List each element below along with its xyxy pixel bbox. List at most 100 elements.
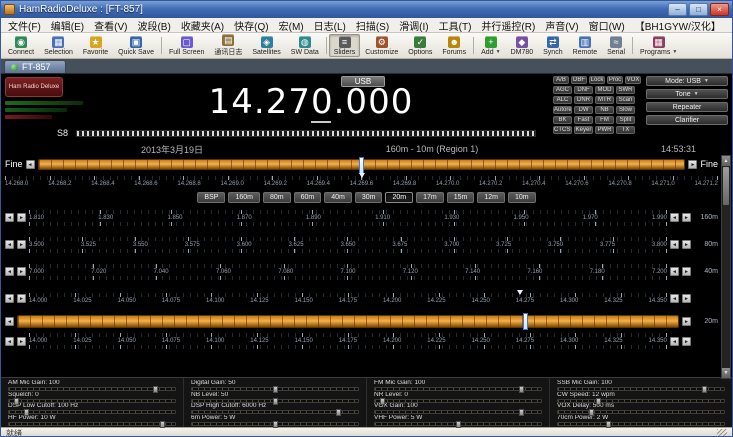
scale-left-down-button[interactable]: ◄: [5, 213, 14, 222]
toolbar-button-options[interactable]: ✓Options: [403, 34, 437, 57]
grid-button-lock[interactable]: Lock: [589, 76, 605, 84]
band-area-scrollbar[interactable]: ▲ ▼: [721, 155, 731, 379]
minimize-button[interactable]: –: [668, 3, 687, 16]
slider-thumb[interactable]: [519, 409, 524, 416]
menu-item-快存-q[interactable]: 快存(Q): [229, 18, 273, 33]
menu-item-扫描-s[interactable]: 扫描(S): [351, 18, 394, 33]
scale-right-down-button[interactable]: ◄: [670, 213, 679, 222]
slider-track[interactable]: [374, 387, 542, 391]
band-button-160m[interactable]: 160m: [228, 192, 260, 203]
fine-step-down-button[interactable]: ◄: [26, 160, 35, 169]
band-button-17m[interactable]: 17m: [416, 192, 444, 203]
slider-track[interactable]: [191, 410, 359, 414]
toolbar-button-serial[interactable]: ≈Serial: [602, 34, 630, 57]
mode-panel-button-repeater[interactable]: Repeater: [646, 102, 728, 112]
toolbar-button-programs[interactable]: ▦Programs▼: [635, 34, 682, 57]
grid-button-dbf[interactable]: DBF: [571, 76, 587, 84]
scrollbar-up-icon[interactable]: ▲: [722, 156, 730, 166]
tab-ft-857[interactable]: FT-857: [4, 60, 66, 73]
scale-right-up-button[interactable]: ►: [682, 213, 691, 222]
menu-item-查看-v[interactable]: 查看(V): [89, 18, 132, 33]
slider-thumb[interactable]: [589, 409, 594, 416]
slider-track[interactable]: [8, 410, 176, 414]
toolbar-button-add[interactable]: +Add▼: [476, 34, 505, 57]
menu-item-编辑-e[interactable]: 编辑(E): [46, 18, 89, 33]
main-band-slider-thumb[interactable]: [523, 313, 528, 330]
toolbar-button-connect[interactable]: ◉Connect: [3, 34, 39, 57]
grid-button-agc[interactable]: AGC: [553, 86, 572, 94]
slider-track[interactable]: [8, 387, 176, 391]
menu-item-宏-m[interactable]: 宏(M): [274, 18, 309, 33]
menu-item-文件-f[interactable]: 文件(F): [3, 18, 46, 33]
toolbar-button-quick-save[interactable]: ▣Quick Save: [113, 34, 159, 57]
band-step-up-button[interactable]: ►: [682, 317, 691, 326]
grid-button-keyer[interactable]: Keyer: [574, 126, 593, 134]
scale-right-down-button[interactable]: ◄: [670, 294, 679, 303]
toolbar-button-dm780[interactable]: ◆DM780: [506, 34, 539, 57]
grid-button-autore[interactable]: Autore: [553, 106, 572, 114]
slider-thumb[interactable]: [456, 421, 461, 428]
toolbar-button-通讯日志[interactable]: ▤通讯日志: [209, 34, 247, 57]
slider-track[interactable]: [8, 399, 176, 403]
frequency-readout[interactable]: 14.270.000: [111, 84, 511, 120]
slider-track[interactable]: [557, 387, 725, 391]
toolbar-button-favorite[interactable]: ★Favorite: [78, 34, 113, 57]
scale-left-up-button[interactable]: ►: [17, 213, 26, 222]
grid-button-swr[interactable]: SWR: [616, 86, 635, 94]
toolbar-button-customize[interactable]: ⚙Customize: [360, 34, 403, 57]
toolbar-button-full-screen[interactable]: ▢Full Screen: [164, 34, 209, 57]
menu-item-滑调-i[interactable]: 滑调(I): [394, 18, 433, 33]
scale-right-up-button[interactable]: ►: [682, 294, 691, 303]
slider-thumb[interactable]: [519, 386, 524, 393]
scale-right-up-button[interactable]: ►: [682, 240, 691, 249]
scale-left-down-button[interactable]: ◄: [5, 294, 14, 303]
scale-right-down-button[interactable]: ◄: [670, 240, 679, 249]
slider-thumb[interactable]: [273, 421, 278, 428]
fine-tuning-slider[interactable]: [38, 159, 686, 170]
menu-item-波段-b[interactable]: 波段(B): [132, 18, 175, 33]
menu-item-工具-t[interactable]: 工具(T): [434, 18, 477, 33]
menu-item-并行遥控-r[interactable]: 并行遥控(R): [476, 18, 540, 33]
slider-track[interactable]: [374, 399, 542, 403]
mode-panel-button-mode-usb[interactable]: Mode: USB▼: [646, 76, 728, 86]
slider-track[interactable]: [191, 422, 359, 426]
scale-right-down-button[interactable]: ◄: [670, 267, 679, 276]
band-button-bsp[interactable]: BSP: [197, 192, 225, 203]
band-button-20m[interactable]: 20m: [385, 192, 413, 203]
grid-button-slow[interactable]: Slow: [616, 106, 635, 114]
maximize-button[interactable]: □: [689, 3, 708, 16]
slider-track[interactable]: [8, 422, 176, 426]
fine-slider-thumb[interactable]: [359, 157, 364, 174]
grid-button-proc[interactable]: Proc: [607, 76, 623, 84]
slider-track[interactable]: [191, 399, 359, 403]
toolbar-button-sliders[interactable]: ≡Sliders: [329, 34, 360, 57]
scale-left-up-button[interactable]: ►: [17, 337, 26, 346]
scale-right-up-button[interactable]: ►: [682, 337, 691, 346]
grid-button-nb[interactable]: NB: [595, 106, 614, 114]
grid-button-tx[interactable]: TX: [616, 126, 635, 134]
band-button-40m[interactable]: 40m: [324, 192, 352, 203]
toolbar-button-sw-data[interactable]: ◍SW Data: [286, 34, 324, 57]
close-button[interactable]: ×: [710, 3, 729, 16]
scrollbar-thumb[interactable]: [723, 167, 729, 205]
grid-button-dnr[interactable]: DNR: [574, 96, 593, 104]
resize-grip[interactable]: [717, 429, 727, 437]
slider-track[interactable]: [374, 410, 542, 414]
slider-thumb[interactable]: [596, 398, 601, 405]
band-button-10m[interactable]: 10m: [508, 192, 536, 203]
grid-button-bk[interactable]: BK: [553, 116, 572, 124]
scale-left-down-button[interactable]: ◄: [5, 337, 14, 346]
slider-thumb[interactable]: [14, 398, 19, 405]
grid-button-fast[interactable]: Fast: [574, 116, 593, 124]
band-button-15m[interactable]: 15m: [447, 192, 475, 203]
menu-item-收藏夹-a[interactable]: 收藏夹(A): [176, 18, 229, 33]
slider-track[interactable]: [191, 387, 359, 391]
band-button-30m[interactable]: 30m: [355, 192, 383, 203]
slider-thumb[interactable]: [336, 409, 341, 416]
band-button-60m[interactable]: 60m: [294, 192, 322, 203]
slider-thumb[interactable]: [153, 386, 158, 393]
grid-button-pwr[interactable]: PWR: [595, 126, 614, 134]
toolbar-button-selection[interactable]: ▦Selection: [39, 34, 78, 57]
grid-button-mtr[interactable]: MTR: [595, 96, 614, 104]
grid-button-ctcss[interactable]: CTCSS: [553, 126, 572, 134]
